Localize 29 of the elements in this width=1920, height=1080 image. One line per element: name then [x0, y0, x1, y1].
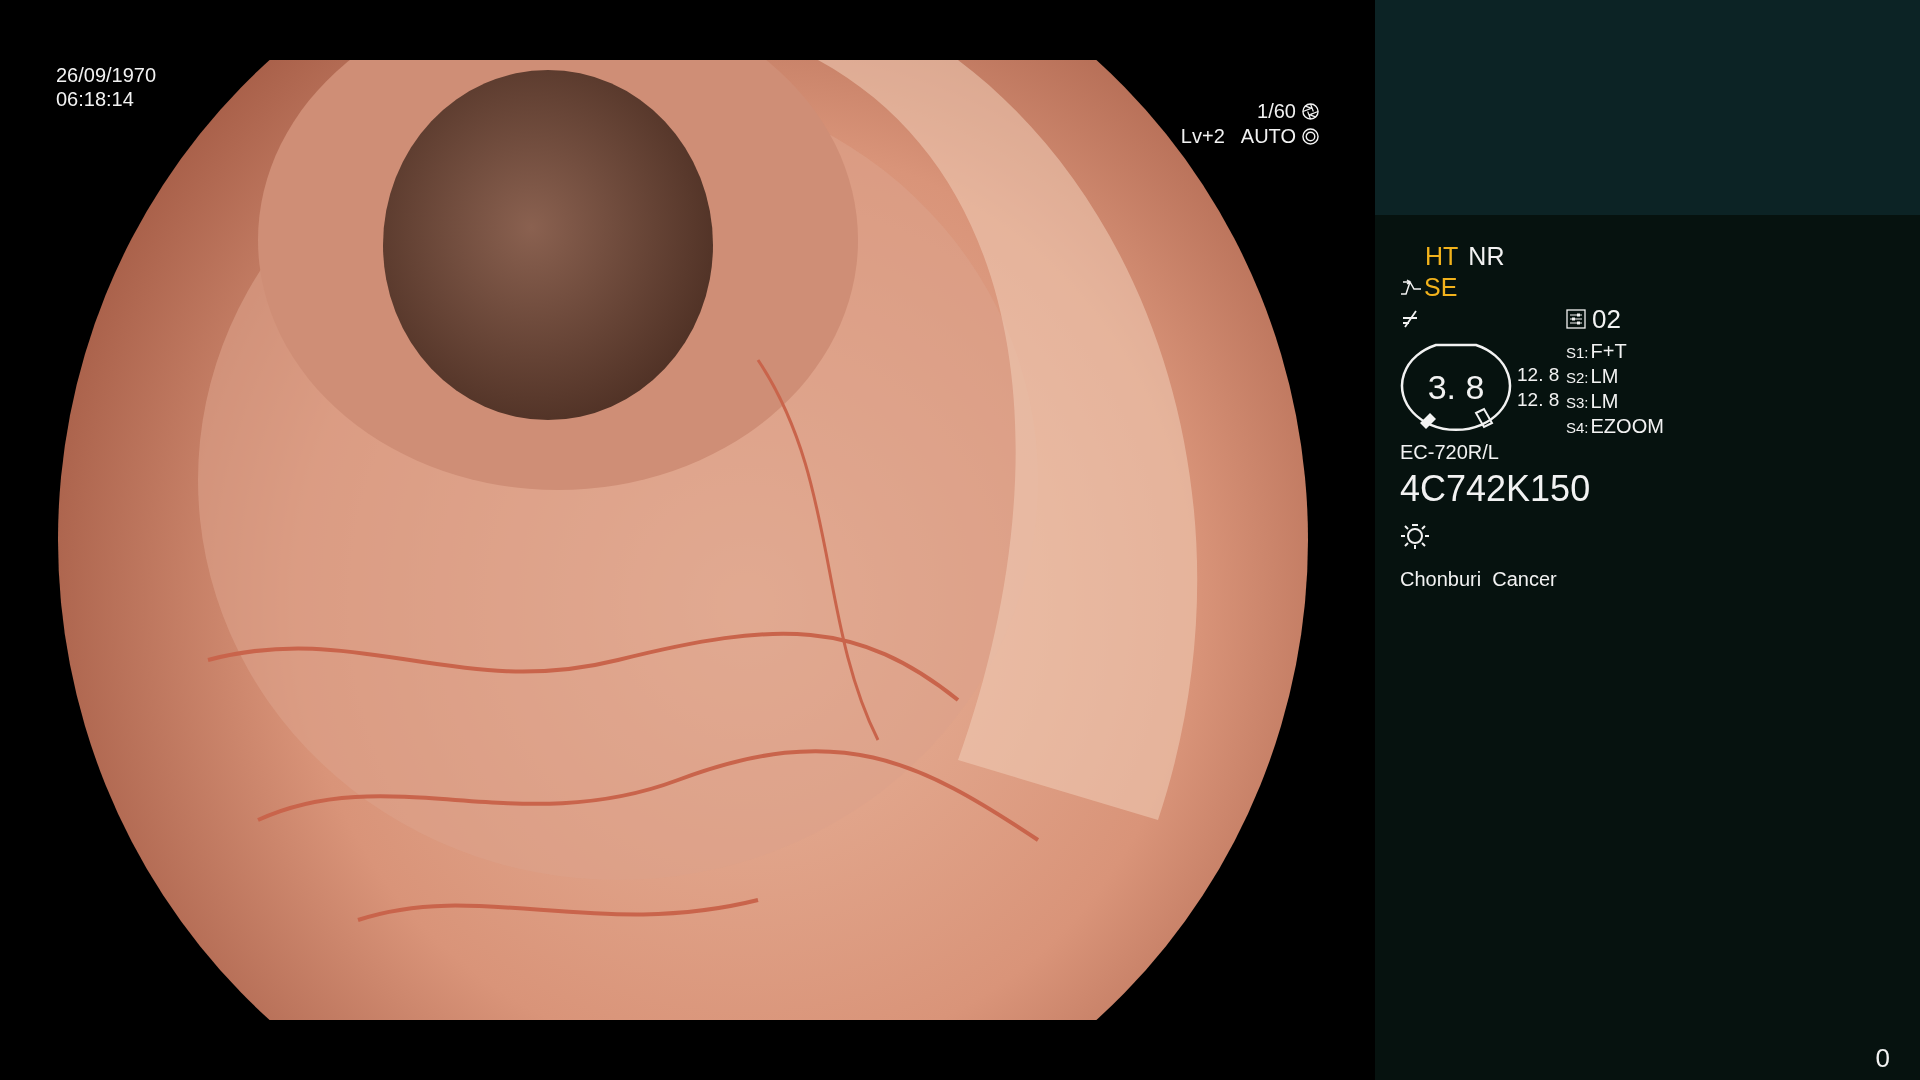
switch-value: LM: [1590, 364, 1619, 387]
date-text: 26/09/1970: [56, 64, 157, 86]
switch-label: S4:: [1566, 419, 1589, 437]
gauge-reading: 12. 8: [1517, 390, 1560, 411]
hook-icon: [1400, 279, 1422, 296]
gauge-value: 3. 8: [1427, 369, 1485, 407]
iris-icon: [1302, 127, 1319, 145]
scope-serial: 4C742K150: [1400, 468, 1592, 509]
switch-value: EZOOM: [1590, 414, 1664, 437]
gauge-reading: 12. 8: [1517, 365, 1560, 387]
switch-value: LM: [1590, 389, 1619, 412]
enhancement-indicator: SE: [1424, 273, 1458, 301]
preset-number: 02: [1592, 305, 1621, 334]
scope-model: EC-720R/L: [1400, 440, 1500, 463]
shutter-icon: [1302, 102, 1319, 120]
institution-name: Chonburi Cancer: [1400, 568, 1558, 591]
iris-mode-text: AUTO: [1240, 125, 1296, 147]
brightness-level-text: Lv+2: [1180, 125, 1225, 147]
mode-indicator: HT: [1425, 243, 1459, 271]
switch-label: S3:: [1566, 394, 1589, 412]
time-text: 06:18:14: [56, 88, 135, 110]
switch-label: S2:: [1566, 369, 1589, 387]
switch-value: F+T: [1590, 339, 1627, 362]
frame-counter: 0: [1875, 1043, 1890, 1074]
mode-indicator: NR: [1468, 243, 1505, 271]
not-equal-icon: [1400, 309, 1420, 330]
shutter-speed-text: 1/60: [1257, 100, 1296, 122]
sliders-icon: [1566, 309, 1586, 330]
switch-label: S1:: [1566, 344, 1589, 362]
